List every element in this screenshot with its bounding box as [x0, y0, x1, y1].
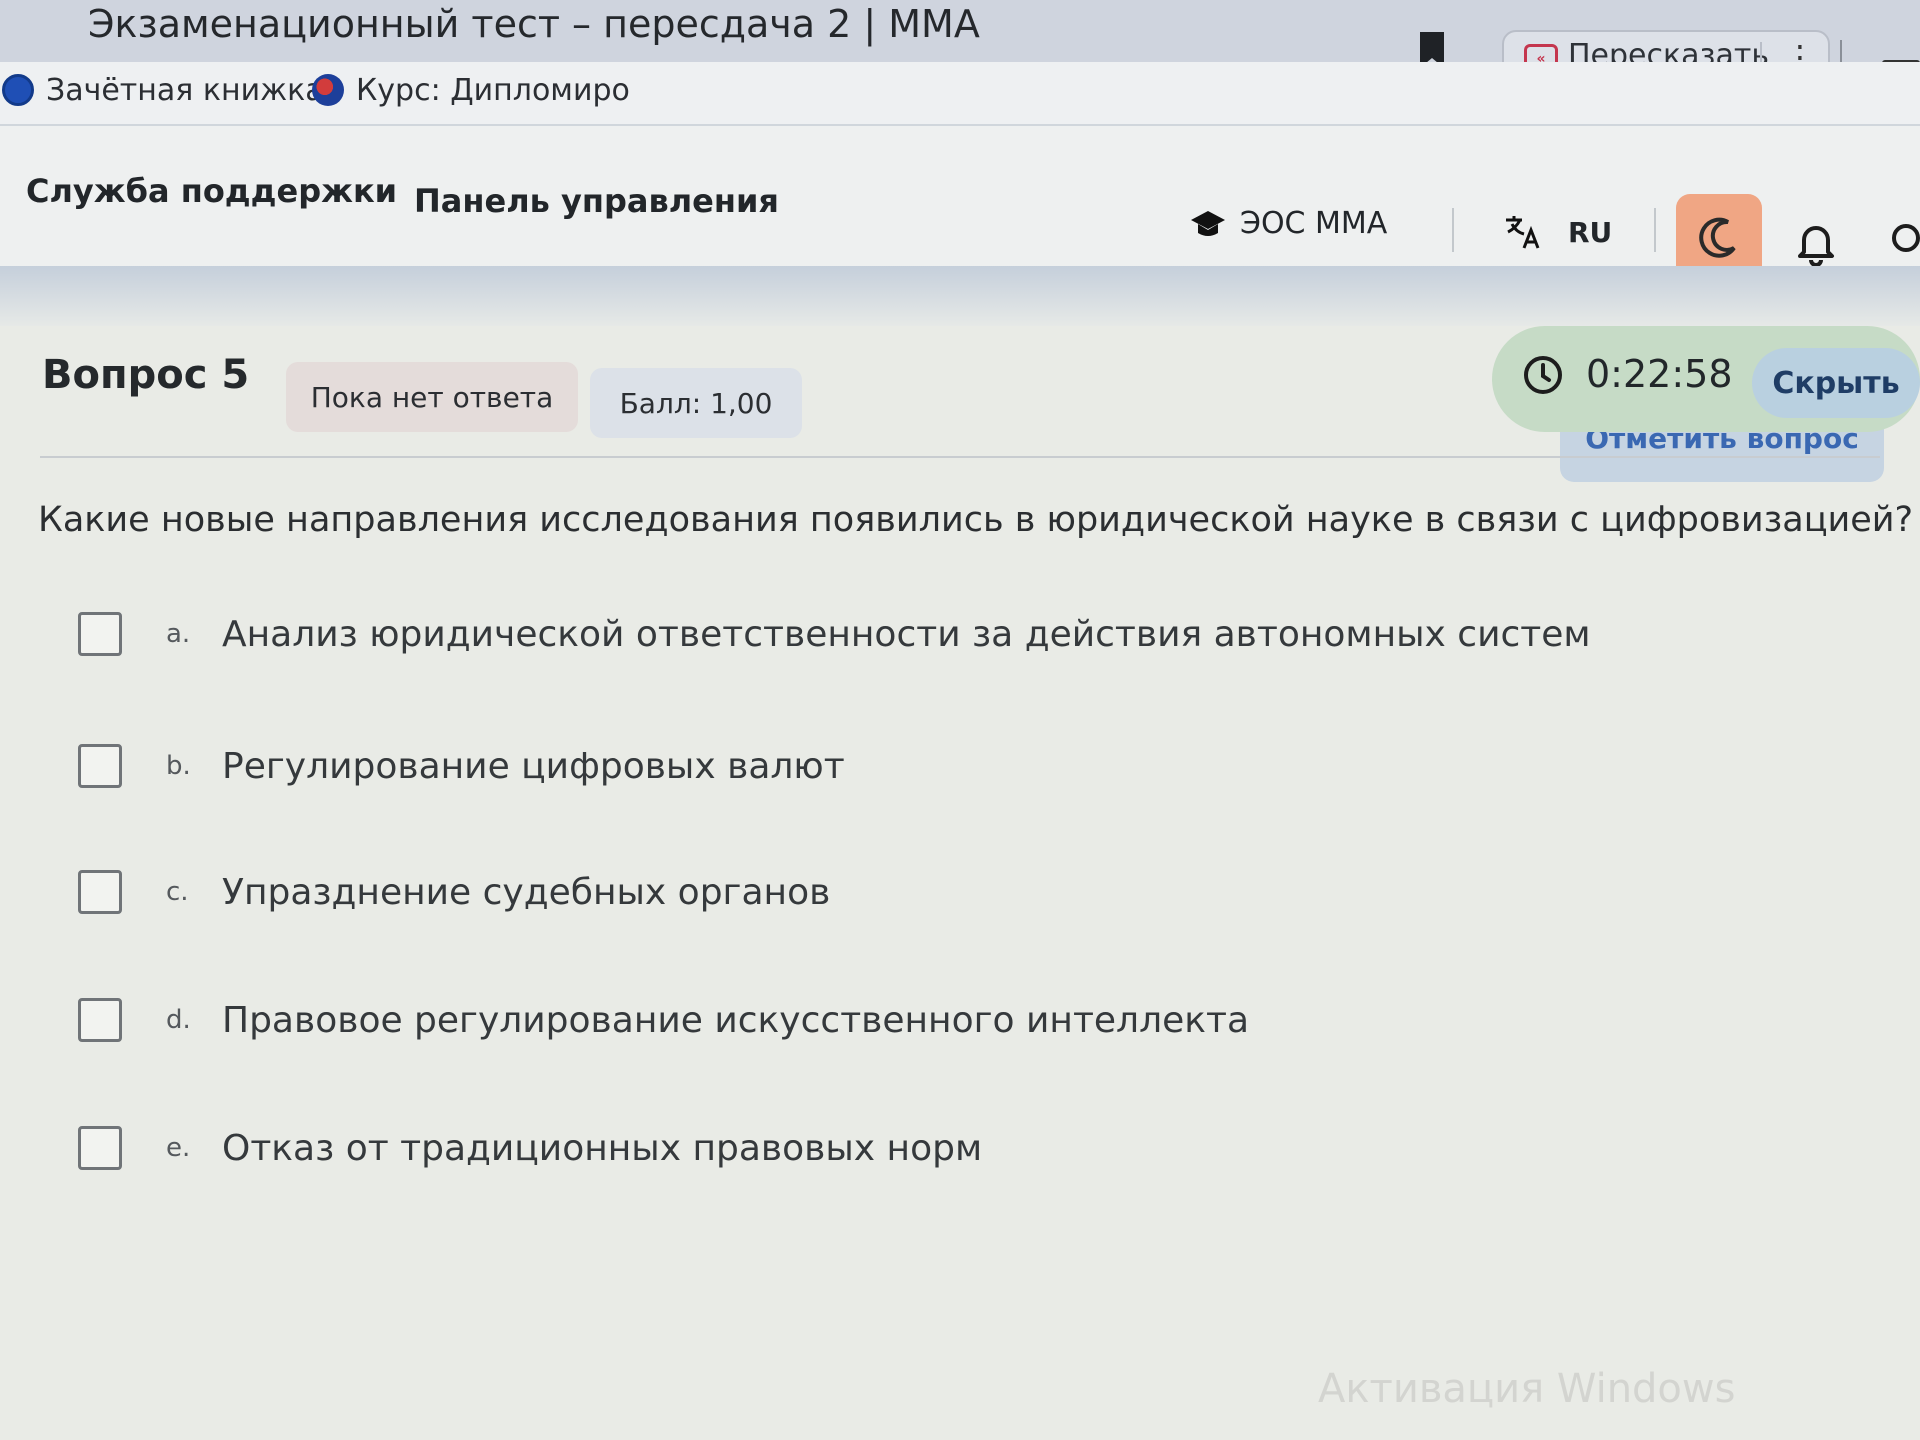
answer-option-a[interactable]: a. Анализ юридической ответственности за… [78, 604, 1591, 664]
language-switcher[interactable]: RU [1502, 212, 1612, 252]
answer-checkbox[interactable] [78, 998, 122, 1042]
clock-icon [1524, 356, 1562, 394]
answer-option-b[interactable]: b. Регулирование цифровых валют [78, 736, 845, 796]
moon-icon [1699, 217, 1736, 258]
answer-checkbox[interactable] [78, 744, 122, 788]
nav-dashboard[interactable]: Панель управления [414, 182, 779, 220]
status-badge: Пока нет ответа [286, 362, 578, 432]
course-icon [312, 74, 344, 106]
answer-letter: e. [166, 1133, 191, 1163]
question-text: Какие новые направления исследования поя… [38, 500, 1914, 540]
answer-text[interactable]: Отказ от традиционных правовых норм [222, 1128, 982, 1169]
answer-text[interactable]: Упразднение судебных органов [222, 872, 830, 913]
translate-icon [1506, 216, 1540, 249]
answer-letter: d. [166, 1005, 191, 1035]
eos-label: ЭОС ММА [1240, 206, 1388, 241]
answer-text[interactable]: Анализ юридической ответственности за де… [222, 614, 1591, 655]
answer-letter: a. [166, 619, 191, 649]
answer-text[interactable]: Правовое регулирование искусственного ин… [222, 1000, 1249, 1041]
answer-option-d[interactable]: d. Правовое регулирование искусственного… [78, 990, 1249, 1050]
answer-checkbox[interactable] [78, 870, 122, 914]
answer-checkbox[interactable] [78, 1126, 122, 1170]
question-title: Вопрос 5 [42, 352, 250, 398]
user-menu-icon[interactable] [1886, 222, 1920, 264]
timer-value: 0:22:58 [1586, 352, 1733, 396]
timer-box: 0:22:58 Скрыть [1492, 326, 1920, 432]
divider [40, 456, 1880, 458]
bookmark-gradebook[interactable]: Зачётная книжка [2, 66, 324, 114]
graduation-cap-icon [1191, 210, 1225, 236]
hide-timer-button[interactable]: Скрыть [1752, 348, 1920, 418]
answer-checkbox[interactable] [78, 612, 122, 656]
eos-link[interactable]: ЭОС ММА [1190, 206, 1387, 241]
answer-option-e[interactable]: e. Отказ от традиционных правовых норм [78, 1118, 982, 1178]
divider [1654, 208, 1656, 252]
divider [1452, 208, 1454, 252]
answer-option-c[interactable]: c. Упразднение судебных органов [78, 862, 830, 922]
answer-letter: c. [166, 877, 189, 907]
bell-icon[interactable] [1796, 220, 1836, 266]
language-label: RU [1568, 215, 1613, 249]
windows-activation-watermark: Активация Windows [1318, 1366, 1736, 1412]
nav-support[interactable]: Служба поддержки [26, 172, 397, 210]
site-header: Служба поддержки Панель управления ЭОС М… [0, 124, 1920, 282]
bookmark-label: Зачётная книжка [46, 72, 324, 108]
gradebook-icon [2, 74, 34, 106]
score-badge: Балл: 1,00 [590, 368, 802, 438]
bookmarks-bar: Зачётная книжка Курс: Дипломиро [0, 62, 1920, 124]
answer-text[interactable]: Регулирование цифровых валют [222, 746, 845, 787]
answer-letter: b. [166, 751, 191, 781]
bookmark-label: Курс: Дипломиро [356, 72, 630, 108]
tab-title[interactable]: Экзаменационный тест – пересдача 2 | ММА [88, 2, 980, 46]
bookmark-course[interactable]: Курс: Дипломиро [312, 66, 630, 114]
header-shadow [0, 266, 1920, 326]
